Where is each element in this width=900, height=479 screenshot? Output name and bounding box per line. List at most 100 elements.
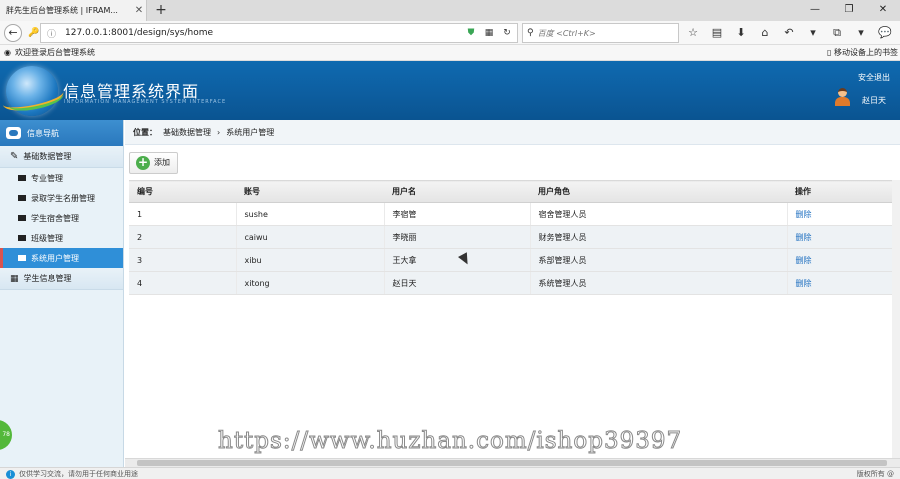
- sidebar-item-label: 系统用户管理: [31, 253, 79, 263]
- bookmark-item[interactable]: ◉ 欢迎登录后台管理系统: [4, 47, 95, 58]
- url-text: 127.0.0.1:8001/design/sys/home: [65, 28, 214, 38]
- sidebar-item-class[interactable]: 班级管理: [0, 228, 123, 248]
- cell-account: caiwu: [235, 225, 384, 249]
- sidebar-item-label: 学生宿舍管理: [31, 213, 79, 223]
- dropdown-arrow-icon[interactable]: ▾: [804, 24, 822, 42]
- user-avatar-icon: [834, 88, 850, 106]
- status-bar: i 仅供学习交流，请勿用于任何商业用途 版权所有 @: [0, 467, 900, 479]
- crop-tool-icon[interactable]: ⧉: [828, 24, 846, 42]
- breadcrumb-item: 系统用户管理: [226, 127, 275, 137]
- cell-name: 王大拿: [383, 248, 530, 272]
- sidebar-group-student-info[interactable]: ▦ 学生信息管理: [0, 268, 123, 290]
- shield-icon[interactable]: ⛊: [465, 26, 477, 40]
- sidebar: 信息导航 ✎ 基础数据管理 专业管理 录取学生名册管理 学生宿舍管理 班级管理 …: [0, 120, 124, 467]
- watermark: https://www.huzhan.com/ishop39397: [217, 428, 683, 455]
- delete-link[interactable]: 删除: [796, 210, 812, 219]
- cell-id: 1: [129, 202, 236, 226]
- sidebar-item-label: 专业管理: [31, 173, 63, 183]
- breadcrumb-prefix: 位置：: [133, 127, 157, 137]
- home-icon[interactable]: ⌂: [756, 24, 774, 42]
- main-content: 位置： 基础数据管理 › 系统用户管理 + 添加 编号 账号 用户名 用户角色 …: [125, 120, 900, 467]
- restore-window-button[interactable]: ❐: [832, 0, 866, 21]
- close-tab-icon[interactable]: ✕: [132, 5, 146, 16]
- minimize-window-button[interactable]: —: [798, 0, 832, 21]
- table-row[interactable]: 2 caiwu 李晓丽 财务管理人员 删除: [129, 225, 898, 249]
- breadcrumb-separator: ›: [217, 127, 221, 137]
- cell-role: 财务管理人员: [529, 225, 787, 249]
- breadcrumb: 位置： 基础数据管理 › 系统用户管理: [125, 120, 900, 145]
- sidebar-title: 信息导航: [27, 128, 59, 138]
- scrollbar-thumb[interactable]: [137, 460, 887, 466]
- info-icon: i: [6, 469, 15, 479]
- add-button[interactable]: + 添加: [129, 151, 178, 174]
- table-row[interactable]: 1 sushe 李宿管 宿舍管理人员 删除: [129, 202, 898, 226]
- cell-account: xibu: [235, 248, 384, 272]
- qr-code-icon[interactable]: ▦: [483, 26, 495, 40]
- bookmark-star-icon[interactable]: ☆: [684, 24, 702, 42]
- delete-link[interactable]: 删除: [796, 256, 812, 265]
- app-subtitle: INFORMATION MANAGEMENT SYSTEM INTERFACE: [64, 99, 227, 105]
- users-table: 编号 账号 用户名 用户角色 操作 1 sushe 李宿管 宿舍管理人员 删除 …: [129, 180, 898, 295]
- sidebar-item-enrollment[interactable]: 录取学生名册管理: [0, 188, 123, 208]
- table-row[interactable]: 3 xibu 王大拿 系部管理人员 删除: [129, 248, 898, 272]
- edit-icon: ✎: [10, 151, 19, 162]
- column-header: 操作: [787, 180, 898, 203]
- list-icon: [18, 255, 26, 261]
- reload-icon[interactable]: ↻: [501, 26, 513, 40]
- sidebar-item-system-users[interactable]: 系统用户管理: [0, 248, 123, 268]
- info-circle-icon[interactable]: ⓘ: [47, 27, 56, 40]
- browser-tab-title: 胖先生后台管理系统 | IFRAM...: [6, 6, 118, 15]
- browser-nav-bar: ← 🔑 ⓘ 127.0.0.1:8001/design/sys/home ⛊ ▦…: [0, 21, 900, 45]
- column-header: 用户角色: [530, 180, 787, 203]
- search-input[interactable]: [537, 28, 668, 38]
- browser-tab[interactable]: 胖先生后台管理系统 | IFRAM... ✕: [0, 0, 147, 21]
- cell-id: 3: [129, 248, 236, 272]
- sidebar-item-major[interactable]: 专业管理: [0, 168, 123, 188]
- sidebar-item-label: 班级管理: [31, 233, 63, 243]
- cell-account: xitong: [235, 271, 384, 295]
- mobile-bookmarks[interactable]: ▯ 移动设备上的书签: [827, 47, 898, 58]
- search-box[interactable]: ⚲: [522, 23, 679, 43]
- column-header: 编号: [129, 180, 236, 203]
- sidebar-group-label: 基础数据管理: [23, 152, 72, 161]
- list-icon: [18, 175, 26, 181]
- list-icon: [18, 235, 26, 241]
- delete-link[interactable]: 删除: [796, 279, 812, 288]
- globe-icon: ◉: [4, 48, 11, 57]
- cell-name: 赵日天: [383, 271, 530, 295]
- cell-role: 系统管理人员: [529, 271, 787, 295]
- table-header-row: 编号 账号 用户名 用户角色 操作: [129, 180, 898, 203]
- user-name: 赵日天: [862, 96, 886, 105]
- sidebar-item-dormitory[interactable]: 学生宿舍管理: [0, 208, 123, 228]
- plus-icon: +: [136, 154, 150, 170]
- search-icon: ⚲: [527, 28, 534, 38]
- reading-list-icon[interactable]: ▤: [708, 24, 726, 42]
- vertical-scrollbar[interactable]: [892, 180, 900, 458]
- close-window-button[interactable]: ✕: [866, 0, 900, 21]
- sidebar-group-basic-data[interactable]: ✎ 基础数据管理: [0, 146, 123, 168]
- dropdown-arrow-icon[interactable]: ▾: [852, 24, 870, 42]
- delete-link[interactable]: 删除: [796, 233, 812, 242]
- mobile-device-icon: ▯: [827, 48, 832, 57]
- add-button-label: 添加: [154, 158, 170, 167]
- cell-role: 系部管理人员: [529, 248, 787, 272]
- breadcrumb-item[interactable]: 基础数据管理: [163, 127, 211, 138]
- back-arrow-icon[interactable]: ←: [4, 24, 22, 42]
- cell-id: 2: [129, 225, 236, 249]
- mobile-bookmarks-label: 移动设备上的书签: [834, 48, 898, 57]
- cell-name: 李宿管: [383, 202, 530, 226]
- undo-icon[interactable]: ↶: [780, 24, 798, 42]
- cloud-icon: [6, 127, 21, 139]
- calendar-icon: ▦: [10, 273, 19, 284]
- cell-role: 宿舍管理人员: [529, 202, 787, 226]
- new-tab-button[interactable]: +: [153, 2, 169, 18]
- address-bar[interactable]: ⓘ 127.0.0.1:8001/design/sys/home ⛊ ▦ ↻: [40, 23, 518, 43]
- logout-link[interactable]: 安全退出: [858, 72, 890, 83]
- list-icon: [18, 195, 26, 201]
- horizontal-scrollbar[interactable]: [125, 458, 900, 467]
- browser-tab-bar: 胖先生后台管理系统 | IFRAM... ✕ + — ❐ ✕: [0, 0, 900, 21]
- download-icon[interactable]: ⬇: [732, 24, 750, 42]
- table-row[interactable]: 4 xitong 赵日天 系统管理人员 删除: [129, 271, 898, 295]
- chat-bubble-icon[interactable]: 💬: [876, 24, 894, 42]
- toolbar: + 添加: [125, 145, 900, 180]
